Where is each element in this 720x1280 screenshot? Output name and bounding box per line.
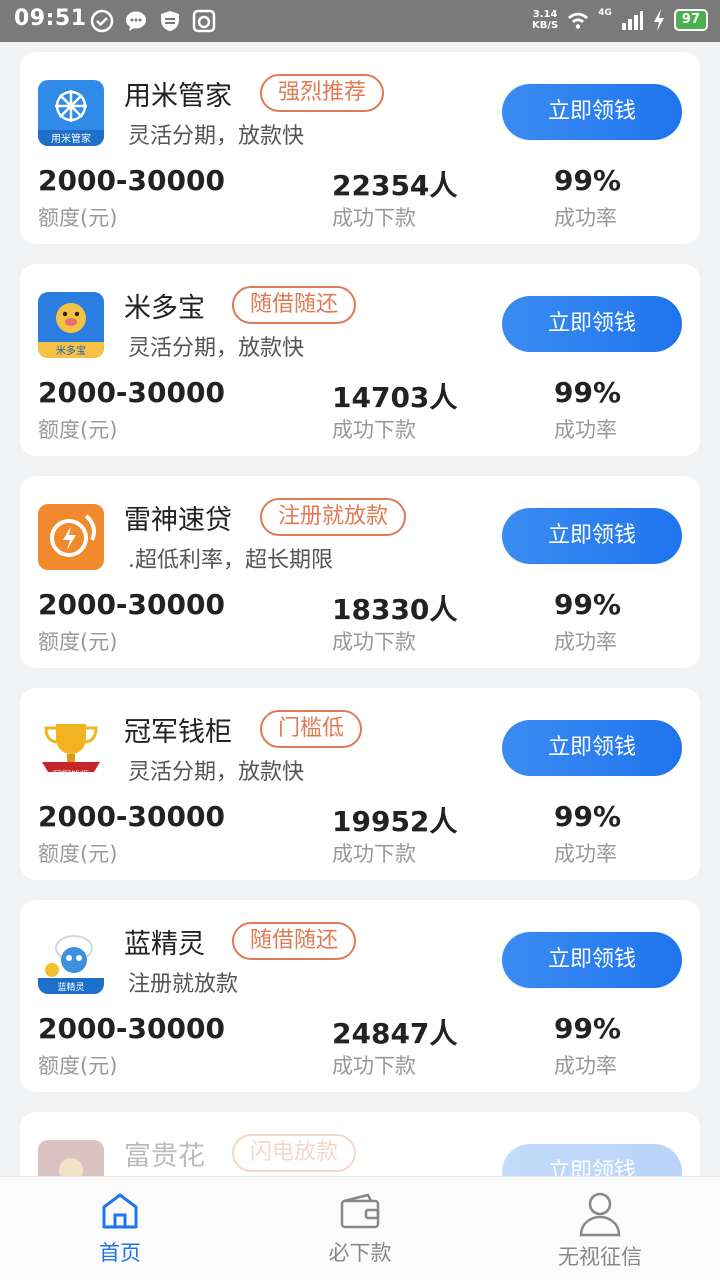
status-notification-icons — [90, 9, 216, 33]
count-value: 14703人 — [332, 381, 458, 414]
signal-icon — [621, 11, 643, 30]
logo-text: 米多宝 — [56, 344, 86, 357]
product-name: 雷神速贷 — [124, 505, 232, 536]
rate-value: 99% — [554, 588, 622, 621]
product-tag: 强烈推荐 — [260, 74, 385, 112]
get-money-button[interactable]: 立即领钱 — [502, 720, 682, 776]
product-card[interactable]: 米多宝 米多宝 随借随还 灵活分期，放款快 立即领钱 2000-30000 额度… — [20, 264, 700, 456]
lightning-logo-image — [38, 504, 104, 570]
tab-home[interactable]: 首页 — [40, 1189, 200, 1267]
product-desc: 注册就放款 — [128, 972, 239, 997]
product-name: 用米管家 — [124, 81, 232, 112]
count-label: 成功下款 — [332, 842, 416, 866]
amount-value: 2000-30000 — [38, 588, 225, 621]
product-name: 米多宝 — [124, 293, 205, 324]
count-value: 19952人 — [332, 805, 458, 838]
trophy-logo: 冠军钱柜 — [38, 716, 104, 782]
tab-must-loan[interactable]: 必下款 — [280, 1189, 440, 1267]
product-card[interactable]: 冠军钱柜 冠军钱柜 门槛低 灵活分期，放款快 立即领钱 2000-30000 额… — [20, 688, 700, 880]
rate-label: 成功率 — [554, 418, 617, 442]
logo-text: 用米管家 — [51, 132, 91, 145]
product-tag: 随借随还 — [232, 286, 357, 324]
wallet-icon — [340, 1193, 380, 1229]
amount-label: 额度(元) — [38, 1054, 118, 1078]
lightning-logo — [38, 504, 104, 570]
amount-value: 2000-30000 — [38, 164, 225, 197]
wifi-icon — [568, 12, 589, 29]
product-tag: 闪电放款 — [232, 1134, 357, 1172]
product-tag: 注册就放款 — [260, 498, 407, 536]
count-label: 成功下款 — [332, 630, 416, 654]
rate-value: 99% — [554, 800, 622, 833]
amount-value: 2000-30000 — [38, 800, 225, 833]
tab-ignore-credit-label: 无视征信 — [558, 1245, 642, 1269]
status-system-icons: 3.14 KB/S 4G 97 — [532, 8, 708, 32]
product-card[interactable]: 蓝精灵 蓝精灵 随借随还 注册就放款 立即领钱 2000-30000 额度(元)… — [20, 900, 700, 1092]
get-money-button[interactable]: 立即领钱 — [502, 84, 682, 140]
logo-text: 蓝精灵 — [57, 981, 84, 993]
charging-icon — [653, 9, 664, 31]
count-label: 成功下款 — [332, 418, 416, 442]
product-tag: 门槛低 — [260, 710, 363, 748]
product-name: 蓝精灵 — [124, 929, 205, 960]
get-money-button[interactable]: 立即领钱 — [502, 296, 682, 352]
count-value: 24847人 — [332, 1017, 458, 1050]
amount-value: 2000-30000 — [38, 1012, 225, 1045]
home-icon — [102, 1193, 138, 1229]
smurf-logo: 蓝精灵 — [38, 928, 104, 994]
product-desc: 灵活分期，放款快 — [128, 760, 305, 785]
check-circle-icon — [90, 9, 114, 33]
get-money-button[interactable]: 立即领钱 — [502, 932, 682, 988]
rate-label: 成功率 — [554, 842, 617, 866]
rate-value: 99% — [554, 376, 622, 409]
rate-value: 99% — [554, 1012, 622, 1045]
count-value: 22354人 — [332, 169, 458, 202]
logo-text: 冠军钱柜 — [53, 769, 89, 781]
tab-ignore-credit[interactable]: 无视征信 — [520, 1189, 680, 1271]
product-desc: 灵活分期，放款快 — [128, 124, 305, 149]
trophy-logo-image: 冠军钱柜 — [38, 716, 104, 782]
product-tag: 随借随还 — [232, 922, 357, 960]
tab-must-loan-label: 必下款 — [328, 1241, 392, 1265]
rate-label: 成功率 — [554, 630, 617, 654]
rate-label: 成功率 — [554, 1054, 617, 1078]
net-speed-value: 3.14 — [532, 9, 558, 20]
product-desc: .超低利率，超长期限 — [128, 548, 333, 573]
get-money-button[interactable]: 立即领钱 — [502, 508, 682, 564]
amount-label: 额度(元) — [38, 206, 118, 230]
smurf-logo-image: 蓝精灵 — [38, 928, 104, 994]
butler-logo: 用米管家 — [38, 80, 104, 146]
net-speed-unit: KB/S — [532, 20, 559, 31]
amount-value: 2000-30000 — [38, 376, 225, 409]
piggy-logo: 米多宝 — [38, 292, 104, 358]
network-type: 4G — [598, 8, 612, 18]
product-card[interactable]: 用米管家 用米管家 强烈推荐 灵活分期，放款快 立即领钱 2000-30000 … — [20, 52, 700, 244]
chat-icon — [126, 11, 146, 31]
amount-label: 额度(元) — [38, 418, 118, 442]
count-label: 成功下款 — [332, 1054, 416, 1078]
rate-label: 成功率 — [554, 206, 617, 230]
rate-value: 99% — [554, 164, 622, 197]
count-label: 成功下款 — [332, 206, 416, 230]
butler-logo-image: 用米管家 — [38, 80, 104, 146]
count-value: 18330人 — [332, 593, 458, 626]
shield-icon — [161, 11, 179, 31]
piggy-logo-image: 米多宝 — [38, 292, 104, 358]
product-card[interactable]: 雷神速贷 注册就放款 .超低利率，超长期限 立即领钱 2000-30000 额度… — [20, 476, 700, 668]
clean-icon — [192, 9, 216, 33]
amount-label: 额度(元) — [38, 842, 118, 866]
status-time: 09:51 — [14, 6, 87, 31]
tab-home-label: 首页 — [99, 1241, 141, 1265]
user-icon — [579, 1192, 621, 1237]
status-bar: 09:51 3.14 KB/S 4G 97 — [0, 0, 720, 42]
bottom-tab-bar: 首页 必下款 无视征信 — [0, 1176, 720, 1280]
amount-label: 额度(元) — [38, 630, 118, 654]
net-speed: 3.14 KB/S — [532, 9, 558, 31]
product-desc: 灵活分期，放款快 — [128, 336, 305, 361]
product-name: 冠军钱柜 — [124, 717, 232, 748]
product-name: 富贵花 — [124, 1141, 205, 1172]
battery-indicator: 97 — [673, 9, 708, 31]
